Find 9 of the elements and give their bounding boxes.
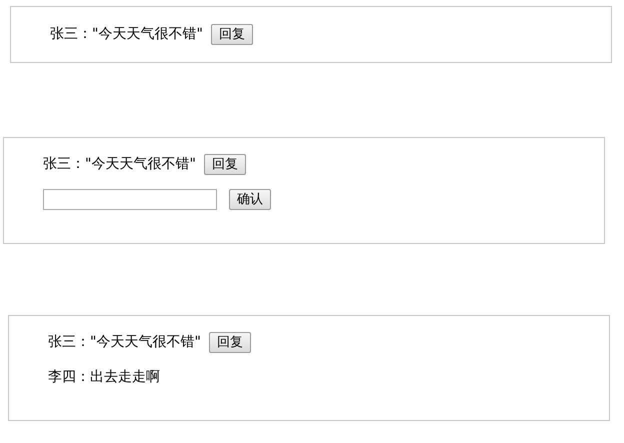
reply-button[interactable]: 回复 [204, 154, 246, 175]
comment-text: 张三："今天天气很不错" [50, 25, 203, 44]
reply-input[interactable] [43, 189, 217, 210]
confirm-button[interactable]: 确认 [229, 189, 271, 210]
comment-text: 张三："今天天气很不错" [43, 155, 196, 174]
reply-text: 李四：出去走走啊 [48, 369, 160, 385]
reply-button[interactable]: 回复 [208, 332, 251, 353]
comment-text: 张三："今天天气很不错" [48, 333, 201, 352]
reply-button[interactable]: 回复 [210, 24, 253, 45]
